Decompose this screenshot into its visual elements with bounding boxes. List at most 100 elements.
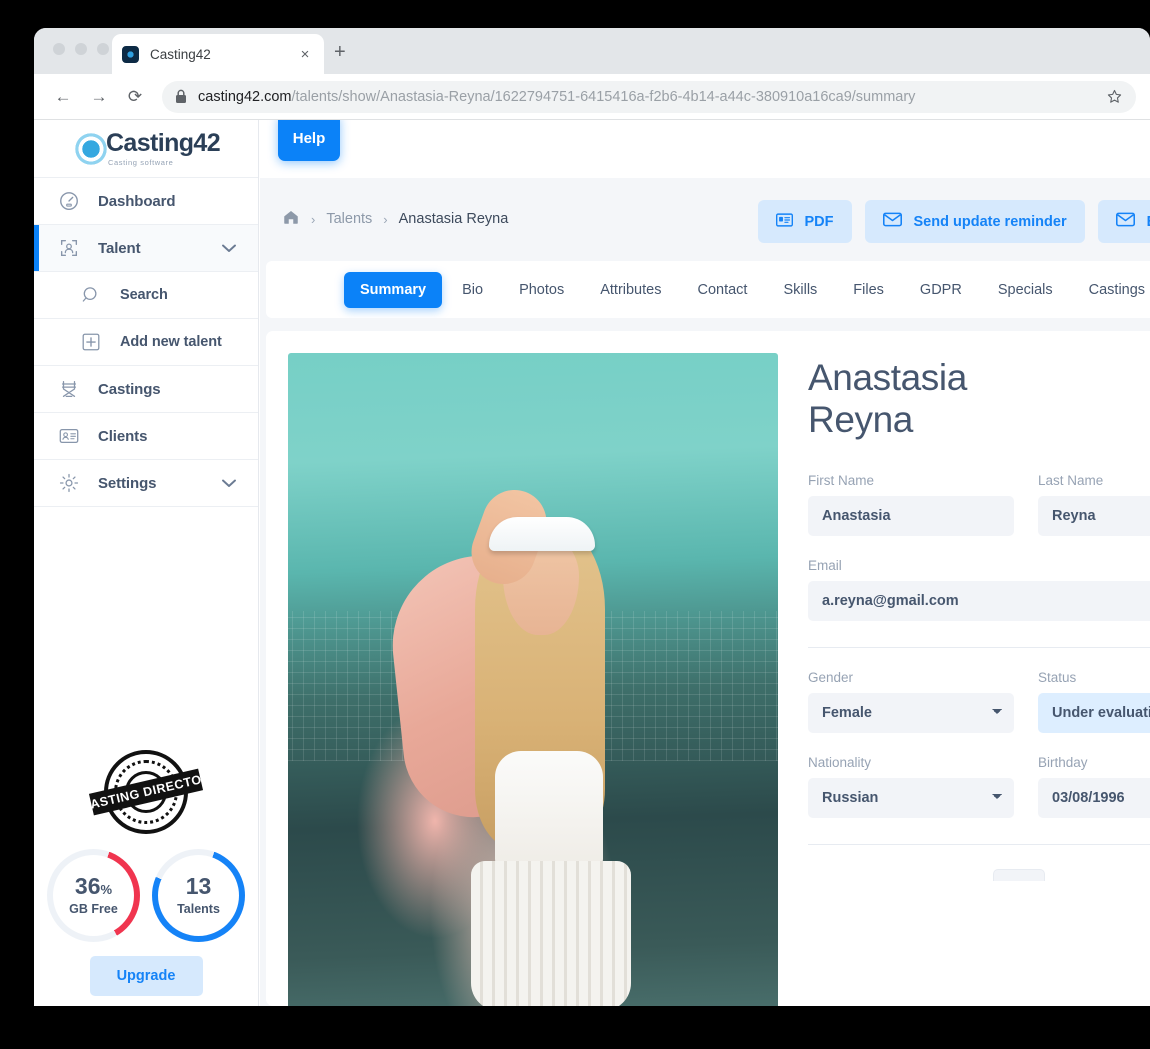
pdf-button[interactable]: PDF <box>758 200 852 243</box>
tab-gdpr[interactable]: GDPR <box>904 272 978 308</box>
talent-photo-figure <box>389 461 689 1006</box>
chevron-down-icon[interactable] <box>222 241 236 256</box>
browser-tab-title: Casting42 <box>150 47 296 62</box>
first-name-field: First Name <box>808 473 1014 536</box>
envelope-icon <box>1116 212 1135 231</box>
status-select[interactable]: Under evaluation <box>1038 693 1150 733</box>
email-label: Email <box>808 558 1150 573</box>
sidebar-item-label: Castings <box>98 381 161 398</box>
tab-bio[interactable]: Bio <box>446 272 499 308</box>
envelope-icon <box>883 212 902 231</box>
sidebar-item-talent[interactable]: Talent <box>34 225 258 272</box>
birthday-field: Birthday <box>1038 755 1150 818</box>
birthday-label: Birthday <box>1038 755 1150 770</box>
browser-tab[interactable]: Casting42 × <box>112 34 324 74</box>
breadcrumb-item-talents[interactable]: Talents <box>326 211 372 227</box>
last-name-field: Last Name <box>1038 473 1150 536</box>
storage-gauge-label: GB Free <box>69 902 118 916</box>
section-divider <box>808 647 1150 648</box>
reload-icon[interactable]: ⟳ <box>120 82 150 112</box>
browser-tab-strip: Casting42 × + <box>34 28 1150 74</box>
casting42-logo-icon <box>72 130 110 168</box>
name-field-row: First Name Last Name <box>808 473 1150 536</box>
email-field-row: Email <box>808 558 1150 621</box>
usage-gauges: 36% GB Free 13 Talents <box>34 849 258 942</box>
section-divider-bottom <box>808 844 1150 845</box>
director-chair-icon <box>56 376 82 402</box>
chevron-down-icon[interactable] <box>222 476 236 491</box>
nationality-select[interactable]: Russian <box>808 778 1014 818</box>
upgrade-button[interactable]: Upgrade <box>90 956 203 996</box>
talent-summary-card: Anastasia Reyna First Name Last Name <box>266 331 1150 1006</box>
email-talent-button[interactable]: Email talent <box>1098 200 1150 243</box>
sidebar-item-castings[interactable]: Castings <box>34 366 258 413</box>
first-name-label: First Name <box>808 473 1014 488</box>
magnifier-icon <box>78 282 104 308</box>
tab-specials[interactable]: Specials <box>982 272 1069 308</box>
tab-contact[interactable]: Contact <box>681 272 763 308</box>
talents-gauge-value: 13 <box>186 875 212 898</box>
sidebar-item-label: Settings <box>98 475 156 492</box>
window-close-dot[interactable] <box>53 43 65 55</box>
help-button[interactable]: Help <box>278 120 340 161</box>
lock-icon <box>175 89 187 104</box>
birthday-input[interactable] <box>1038 778 1150 818</box>
last-name-input[interactable] <box>1038 496 1150 536</box>
home-icon[interactable] <box>282 208 300 231</box>
plus-square-icon <box>78 329 104 355</box>
brand-logo[interactable]: Casting42 Casting software <box>34 120 258 178</box>
status-field: Status Under evaluation <box>1038 670 1150 733</box>
talent-photo[interactable] <box>288 353 778 1006</box>
gender-label: Gender <box>808 670 1014 685</box>
gender-select[interactable]: Female <box>808 693 1014 733</box>
id-card-icon <box>776 213 793 231</box>
dashboard-gauge-icon <box>56 188 82 214</box>
person-frame-icon <box>56 235 82 261</box>
sidebar-item-label: Search <box>120 287 168 303</box>
tab-attributes[interactable]: Attributes <box>584 272 677 308</box>
pdf-button-label: PDF <box>805 214 834 230</box>
sidebar-item-label: Talent <box>98 240 140 257</box>
tab-castings[interactable]: Castings <box>1073 272 1150 308</box>
sidebar-item-search[interactable]: Search <box>34 272 258 319</box>
window-traffic-lights <box>53 43 109 55</box>
brand-tagline: Casting software <box>108 158 220 167</box>
sidebar-item-clients[interactable]: Clients <box>34 413 258 460</box>
close-icon[interactable]: × <box>296 47 314 62</box>
send-update-reminder-button[interactable]: Send update reminder <box>865 200 1085 243</box>
tab-photos[interactable]: Photos <box>503 272 580 308</box>
back-icon[interactable]: ← <box>48 82 78 112</box>
new-tab-button[interactable]: + <box>334 42 346 62</box>
page-title: Anastasia Reyna <box>808 357 1038 441</box>
gender-field: Gender Female <box>808 670 1014 733</box>
breadcrumb-separator: › <box>311 212 315 227</box>
breadcrumb-row: › Talents › Anastasia Reyna <box>260 178 1150 260</box>
url-bar[interactable]: casting42.com/talents/show/Anastasia-Rey… <box>162 81 1136 113</box>
email-input[interactable] <box>808 581 1150 621</box>
sidebar-item-label: Add new talent <box>120 334 222 350</box>
breadcrumb: › Talents › Anastasia Reyna <box>282 208 508 231</box>
forward-icon[interactable]: → <box>84 82 114 112</box>
sidebar-item-label: Dashboard <box>98 193 175 210</box>
sidebar-item-label: Clients <box>98 428 147 445</box>
url-domain: casting42.com <box>198 89 292 105</box>
bookmark-star-icon[interactable] <box>1106 88 1123 105</box>
gear-icon <box>56 470 82 496</box>
sidebar-item-add-new-talent[interactable]: Add new talent <box>34 319 258 366</box>
tab-summary[interactable]: Summary <box>344 272 442 308</box>
sidebar-item-dashboard[interactable]: Dashboard <box>34 178 258 225</box>
window-maximize-dot[interactable] <box>97 43 109 55</box>
window-minimize-dot[interactable] <box>75 43 87 55</box>
tab-files[interactable]: Files <box>837 272 900 308</box>
status-label: Status <box>1038 670 1150 685</box>
tab-skills[interactable]: Skills <box>767 272 833 308</box>
browser-omnibox-bar: ← → ⟳ casting42.com/talents/show/Anastas… <box>34 74 1150 120</box>
first-name-input[interactable] <box>808 496 1014 536</box>
application-viewport: Casting42 Casting software Dashboard <box>34 120 1150 1006</box>
top-bar: Help <box>260 120 1150 178</box>
nationality-birthday-row: Nationality Russian Birthday <box>808 755 1150 818</box>
favicon-icon <box>122 46 139 63</box>
nationality-label: Nationality <box>808 755 1014 770</box>
next-field-peek <box>993 869 1045 881</box>
sidebar-item-settings[interactable]: Settings <box>34 460 258 507</box>
